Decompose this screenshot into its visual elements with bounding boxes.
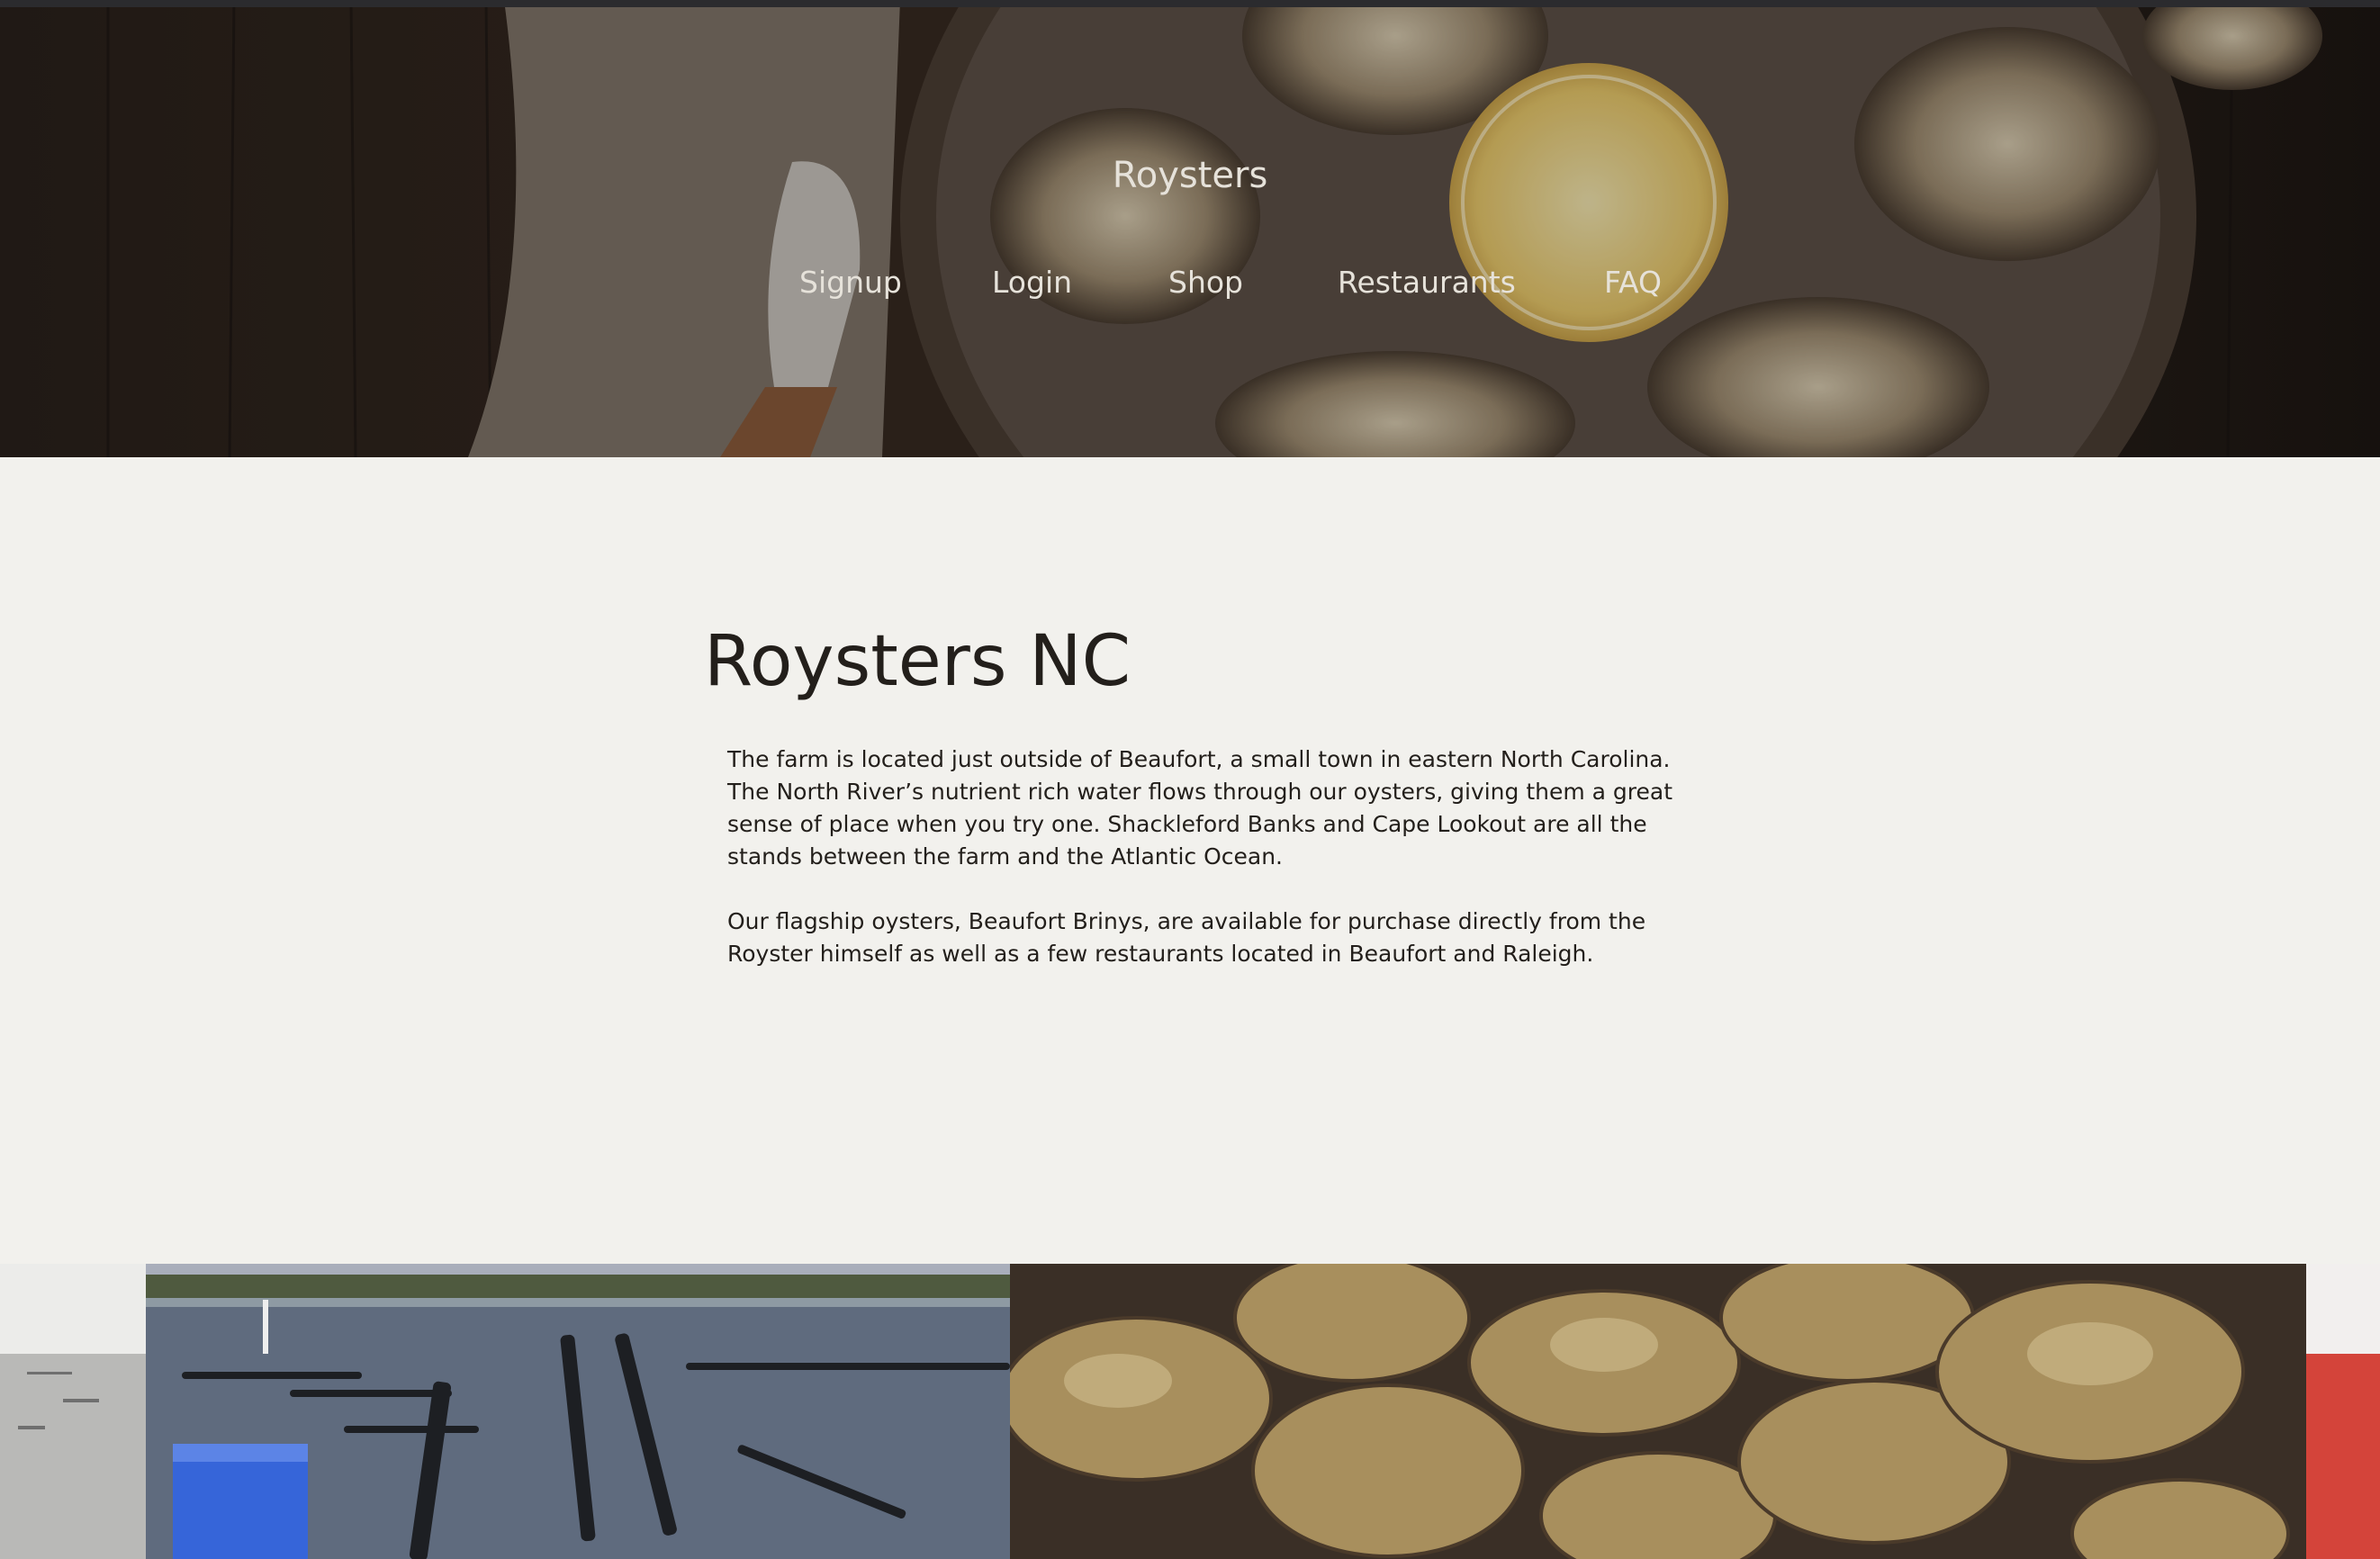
nav-shop[interactable]: Shop <box>1168 265 1243 300</box>
hero-header: Roysters Signup Login Shop Restaurants F… <box>0 0 2380 457</box>
nav-restaurants[interactable]: Restaurants <box>1338 265 1516 300</box>
nav-login[interactable]: Login <box>992 265 1072 300</box>
flagship-paragraph: Our flagship oysters, Beaufort Brinys, a… <box>727 908 1646 967</box>
intro-paragraph: The farm is located just outside of Beau… <box>727 746 1673 870</box>
gallery-image-water-left[interactable] <box>0 1264 146 1559</box>
nav-faq[interactable]: FAQ <box>1604 265 1662 300</box>
top-border <box>0 0 2380 7</box>
nav-signup[interactable]: Signup <box>799 265 902 300</box>
hero-overlay <box>0 0 2380 457</box>
gallery-image-oyster-farm[interactable] <box>146 1264 1010 1559</box>
gallery-image-oyster-pile[interactable] <box>1010 1264 2306 1559</box>
site-brand[interactable]: Roysters <box>0 155 2380 196</box>
gallery-image-red-right[interactable] <box>2306 1264 2380 1559</box>
page-title: Roysters NC <box>704 621 1131 702</box>
main-nav: Signup Login Shop Restaurants FAQ <box>0 265 2380 310</box>
photo-gallery <box>0 1264 2380 1559</box>
